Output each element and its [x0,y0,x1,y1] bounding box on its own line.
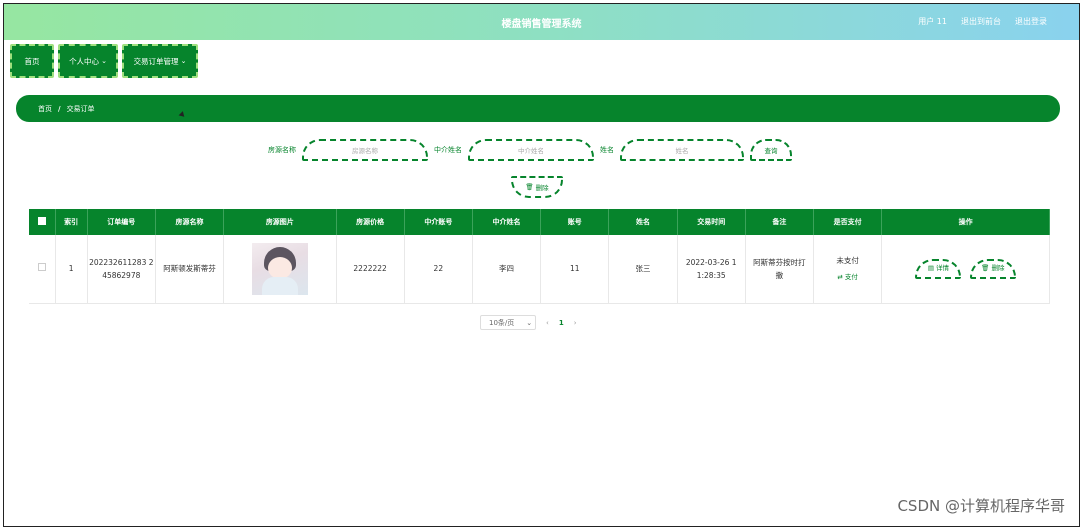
next-page-button[interactable]: › [574,319,577,327]
breadcrumb-home[interactable]: 首页 [38,104,52,114]
back-to-front-link[interactable]: 退出到前台 [961,16,1001,27]
top-nav: 首页 个人中心 ⌄ 交易订单管理 ⌄ [10,44,198,78]
orders-table: 索引 订单编号 房源名称 房源图片 房源价格 中介账号 中介姓名 账号 姓名 交… [29,209,1050,304]
col-header: 交易时间 [677,209,746,235]
col-header: 订单编号 [87,209,156,235]
table-header-row: 索引 订单编号 房源名称 房源图片 房源价格 中介账号 中介姓名 账号 姓名 交… [29,209,1050,235]
query-button-label: 查询 [764,147,778,155]
agent-name-placeholder: 中介姓名 [518,147,544,155]
pay-link-label: 支付 [844,272,858,281]
col-header: 账号 [540,209,610,235]
breadcrumb-separator: / [58,104,61,113]
select-all-cell[interactable] [29,209,56,235]
cell-paid: 未支付 ⇄ 支付 [813,235,883,304]
pay-link[interactable]: ⇄ 支付 [814,271,881,284]
row-delete-label: 删除 [991,264,1005,273]
nav-personal-label: 个人中心 [69,56,100,66]
current-page[interactable]: 1 [559,319,564,327]
agent-name-input[interactable]: 中介姓名 [468,139,594,161]
row-checkbox[interactable] [37,263,46,272]
row-select-cell[interactable] [29,235,56,304]
nav-home[interactable]: 首页 [10,44,54,78]
batch-delete-label: 删除 [535,184,549,192]
nav-personal-center[interactable]: 个人中心 ⌄ [58,44,118,78]
search-bar: 房源名称 房源名称 中介姓名 中介姓名 姓名 姓名 查询 [268,139,792,161]
col-header: 是否支付 [813,209,883,235]
cell-house-name: 阿斯顿发斯蒂芬 [155,235,225,304]
detail-button-label: 详情 [936,264,949,273]
col-header: 房源名称 [155,209,225,235]
agent-name-label: 中介姓名 [434,146,462,154]
nav-orders-label: 交易订单管理 [133,56,179,66]
trash-icon: 🗑 [525,183,534,191]
col-header: 备注 [745,209,815,235]
cell-price: 2222222 [336,235,405,304]
cell-remark: 阿斯蒂芬按时打 撒 [745,235,815,304]
chevron-down-icon: ⌄ [101,57,107,65]
col-header: 房源价格 [336,209,405,235]
house-name-input[interactable]: 房源名称 [302,139,428,161]
chevron-down-icon: ⌄ [180,57,187,65]
nav-order-management[interactable]: 交易订单管理 ⌄ [122,44,198,78]
document-icon: ▤ [927,264,934,273]
app-frame: 楼盘销售管理系统 用户 11 退出到前台 退出登录 首页 个人中心 ⌄ 交易订单… [3,3,1080,527]
col-header: 姓名 [608,209,678,235]
house-name-placeholder: 房源名称 [352,147,378,155]
breadcrumb-current: 交易订单 [66,104,95,113]
detail-button[interactable]: ▤ 详情 [915,258,962,279]
watermark-text: CSDN @计算机程序华哥 [897,497,1065,515]
cell-agent-name: 李四 [472,235,542,304]
logout-link[interactable]: 退出登录 [1015,16,1047,27]
name-input[interactable]: 姓名 [620,139,744,161]
house-image[interactable] [251,242,308,295]
cell-actions: ▤ 详情 🗑 删除 [881,235,1050,304]
cell-order-no: 202232611283 245862978 [87,235,156,304]
cell-account: 11 [540,235,610,304]
name-placeholder: 姓名 [675,147,689,155]
trash-icon: 🗑 [981,264,990,273]
username: 用户 11 [918,17,947,26]
top-header: 楼盘销售管理系统 用户 11 退出到前台 退出登录 [4,4,1079,40]
page-size-select[interactable]: 10条/页 ⌄ [480,315,536,330]
prev-page-button[interactable]: ‹ [546,319,549,327]
cell-agent-account: 22 [404,235,473,304]
breadcrumb: 首页 / 交易订单 [16,95,1060,122]
cell-name: 张三 [608,235,678,304]
paid-status: 未支付 [836,255,859,265]
cell-time: 2022-03-26 1 1:28:35 [677,235,746,304]
header-links: 用户 11 退出到前台 退出登录 [918,16,1047,27]
row-delete-button[interactable]: 🗑 删除 [969,258,1016,279]
col-header: 房源图片 [223,209,337,235]
chevron-down-icon: ⌄ [526,318,533,327]
pagination: 10条/页 ⌄ ‹ 1 › [480,315,577,330]
batch-delete-button[interactable]: 🗑 删除 [511,176,563,198]
table-row: 1 202232611283 245862978 阿斯顿发斯蒂芬 2222222… [29,235,1050,304]
house-image-body [261,276,298,295]
pay-icon: ⇄ [837,272,843,281]
house-name-label: 房源名称 [268,146,296,154]
name-label: 姓名 [600,146,614,154]
col-header: 中介账号 [404,209,473,235]
col-header: 操作 [881,209,1050,235]
nav-home-label: 首页 [24,56,40,66]
col-header: 中介姓名 [472,209,542,235]
cell-house-image [223,235,337,304]
select-all-checkbox[interactable] [37,217,46,225]
cell-index: 1 [55,235,88,304]
house-image-face [267,256,292,279]
col-header: 索引 [55,209,88,235]
query-button[interactable]: 查询 [750,139,792,161]
page-size-value: 10条/页 [489,318,515,327]
